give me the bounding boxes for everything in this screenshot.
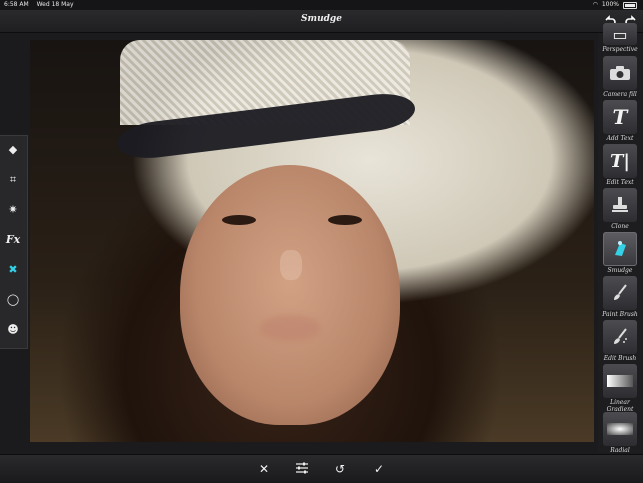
vignette-icon[interactable]: ◯ [5,292,21,308]
status-right: ◠ 100% [593,0,637,10]
status-left: 6:58 AM Wed 18 May [4,0,80,10]
sliders-icon[interactable] [294,461,310,477]
photo-canvas[interactable] [30,40,594,442]
edit-text-label: Edit Text [606,179,634,186]
right-eye [328,215,362,225]
status-date: Wed 18 May [36,1,74,8]
retouch-tool-icon[interactable]: ✖ [5,262,21,278]
perspective-label: Perspective [602,46,638,53]
camera-adjust-icon[interactable]: ⌗ [5,172,21,188]
perspective-icon: ▭ [603,23,637,45]
mask-icon[interactable]: ☻ [5,322,21,338]
title-bar: Smudge [0,10,643,33]
face [180,165,400,425]
battery-text: 100% [601,1,619,8]
layers-icon[interactable]: ◆ [5,142,21,158]
reset-icon[interactable]: ↺ [332,461,348,477]
paint-brush-tool[interactable]: Paint Brush [600,276,640,318]
linear-gradient-tool[interactable]: Linear Gradient [600,364,640,413]
check-icon[interactable]: ✓ [371,461,387,477]
paint-brush-icon [603,276,637,310]
edit-text-icon: T| [603,144,637,178]
status-bar: 6:58 AM Wed 18 May ◠ 100% [0,0,643,10]
nose [280,250,302,280]
camera-fill-tool[interactable]: Camera fill [600,56,640,98]
radial-gradient-icon [603,412,637,446]
wifi-icon: ◠ [592,1,598,8]
clone-stamp-icon [603,188,637,222]
edit-text-tool[interactable]: T| Edit Text [600,144,640,186]
edit-brush-tool[interactable]: Edit Brush [600,320,640,362]
smudged-lips [260,315,320,341]
clone-tool[interactable]: Clone [600,188,640,230]
page-title: Smudge [301,14,342,24]
clone-label: Clone [611,223,629,230]
add-text-tool[interactable]: T Add Text [600,100,640,142]
linear-gradient-icon [603,364,637,398]
linear-gradient-label: Linear Gradient [606,399,634,413]
linear-gradient-swatch [607,375,633,387]
smudge-label: Smudge [607,267,633,274]
perspective-tool[interactable]: ▭ Perspective [600,23,640,53]
brightness-icon[interactable]: ✷ [5,202,21,218]
fx-icon[interactable]: Fx [5,232,21,248]
close-icon[interactable]: ✕ [256,461,272,477]
left-eye [222,215,256,225]
add-text-label: Add Text [606,135,634,142]
edit-brush-icon [603,320,637,354]
radial-gradient-swatch [607,423,633,435]
status-time: 6:58 AM [4,1,29,8]
right-tool-panel: ▭ Perspective Camera fill T Add Text T| … [598,23,643,461]
battery-icon [623,1,637,9]
smudge-icon [603,232,637,266]
camera-fill-icon [603,56,637,90]
add-text-icon: T [603,100,637,134]
edit-brush-label: Edit Brush [603,355,637,362]
camera-fill-label: Camera fill [603,91,637,98]
left-toolbar: ◆ ⌗ ✷ Fx ✖ ◯ ☻ [0,135,28,349]
paint-brush-label: Paint Brush [602,311,638,318]
smudge-tool[interactable]: Smudge [600,232,640,274]
bottom-bar: ✕ ↺ ✓ [0,454,643,483]
